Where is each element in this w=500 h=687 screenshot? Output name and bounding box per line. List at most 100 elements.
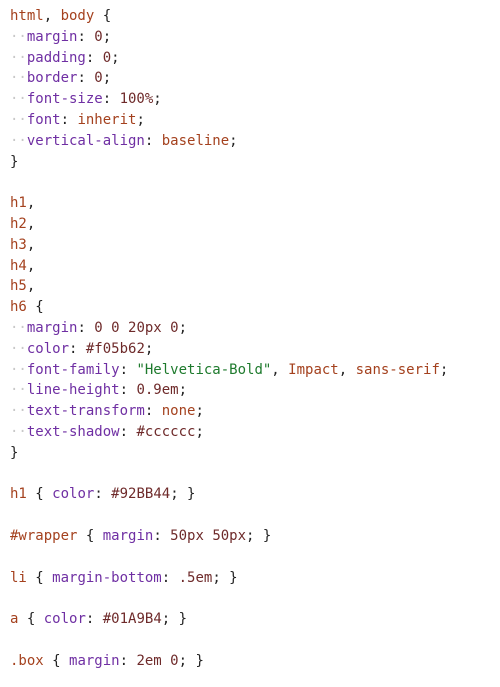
code-line[interactable]: ··text-shadow: #cccccc; [10, 422, 448, 443]
code-token: , [26, 257, 36, 274]
code-line[interactable]: ​ [10, 505, 448, 526]
code-token: ; [136, 111, 145, 128]
indent-guide: ·· [10, 70, 27, 87]
code-line[interactable]: ··color: #f05b62; [10, 339, 448, 360]
indent-guide: ·· [10, 423, 27, 440]
indent-guide: ·· [10, 111, 27, 128]
code-line[interactable]: h6 { [10, 297, 448, 318]
code-token: { [77, 527, 103, 544]
code-line[interactable]: } [10, 152, 448, 173]
code-token: baseline [161, 132, 230, 149]
code-line[interactable]: h4, [10, 256, 448, 277]
code-token: Impact [288, 361, 339, 378]
code-token: , [26, 195, 36, 212]
code-token: : [153, 527, 171, 544]
code-token: body [60, 8, 95, 24]
code-token: margin [102, 527, 154, 544]
code-line[interactable]: ··line-height: 0.9em; [10, 380, 448, 401]
code-token: : [77, 319, 95, 336]
code-token: text-transform [26, 403, 145, 420]
code-token: li [10, 569, 27, 586]
code-token: h1 [10, 195, 27, 212]
code-token: 0.9em [136, 382, 179, 399]
code-line[interactable]: ​ [10, 172, 448, 193]
code-token: color [52, 486, 95, 503]
code-line[interactable]: ··text-transform: none; [10, 401, 448, 422]
code-token: ; [439, 361, 449, 378]
code-line[interactable]: ··padding: 0; [10, 48, 448, 69]
code-token: ; [195, 403, 204, 420]
code-line[interactable]: ··border: 0; [10, 68, 448, 89]
code-token: : [161, 569, 179, 586]
code-token: "Helvetica-Bold" [136, 361, 272, 378]
code-token: h3 [10, 236, 27, 253]
code-token: ; [102, 28, 112, 45]
code-token: sans-serif [355, 361, 440, 378]
code-token: : [77, 28, 95, 45]
code-line[interactable]: .box { margin: 2em 0; } [10, 651, 448, 672]
code-token: 2em 0 [136, 652, 179, 669]
code-line[interactable]: a { color: #01A9B4; } [10, 609, 448, 630]
indent-guide: ·· [10, 132, 27, 149]
code-line[interactable]: ··margin: 0; [10, 27, 448, 48]
code-line[interactable]: h3, [10, 235, 448, 256]
code-line[interactable]: ​ [10, 588, 448, 609]
code-token: margin [26, 28, 78, 45]
code-token: , [26, 215, 36, 232]
code-token: font-family [26, 361, 120, 378]
code-token: { [94, 8, 112, 24]
code-line[interactable]: ··margin: 0 0 20px 0; [10, 318, 448, 339]
code-token: ; } [170, 486, 196, 503]
code-token: { [26, 299, 44, 316]
code-token: } [10, 153, 19, 170]
code-line[interactable]: h5, [10, 276, 448, 297]
code-token: ; [144, 340, 154, 357]
code-editor[interactable]: html, body {··margin: 0; ··padding: 0; ··b… [0, 0, 500, 687]
code-token: #f05b62 [85, 340, 145, 357]
code-token: : [85, 611, 103, 628]
code-line[interactable]: ​ [10, 630, 448, 651]
code-token: padding [26, 49, 86, 66]
code-token: { [43, 652, 70, 669]
code-token: : [77, 70, 95, 87]
code-token: : [85, 49, 103, 66]
code-line[interactable]: li { margin-bottom: .5em; } [10, 568, 448, 589]
code-line[interactable]: ··font-family: "Helvetica-Bold", Impact,… [10, 360, 448, 381]
code-line[interactable]: ​ [10, 547, 448, 568]
code-line[interactable]: h1 { color: #92BB44; } [10, 484, 448, 505]
code-token: { [26, 569, 53, 586]
indent-guide: ·· [10, 319, 27, 336]
code-line[interactable]: html, body { [10, 6, 448, 27]
code-token: .5em [178, 569, 213, 586]
code-line[interactable]: ··font-size: 100%; [10, 89, 448, 110]
code-token: } [10, 444, 19, 461]
code-line[interactable]: #wrapper { margin: 50px 50px; } [10, 526, 448, 547]
code-token: font [26, 111, 61, 128]
code-token: #92BB44 [111, 486, 171, 503]
code-token: , [271, 361, 289, 378]
code-token: h1 [10, 486, 27, 503]
code-token: margin [26, 319, 78, 336]
code-token: none [161, 403, 196, 420]
code-line[interactable]: h2, [10, 214, 448, 235]
code-token: , [43, 8, 61, 24]
code-token: : [144, 403, 162, 420]
code-token: margin-bottom [52, 569, 162, 586]
indent-guide: ·· [10, 91, 27, 108]
code-token: , [26, 236, 36, 253]
code-token: ; [178, 382, 188, 399]
code-token: color [26, 340, 70, 357]
code-token: line-height [26, 382, 120, 399]
code-line[interactable]: h1, [10, 193, 448, 214]
code-token: : [60, 111, 78, 128]
code-token: h2 [10, 215, 27, 232]
code-token: ; [178, 319, 188, 336]
code-line[interactable]: ··font: inherit; [10, 110, 448, 131]
code-token: : [144, 132, 162, 149]
code-line[interactable]: ··vertical-align: baseline; [10, 131, 448, 152]
code-line[interactable]: } [10, 443, 448, 464]
code-line[interactable]: ​ [10, 464, 448, 485]
code-token: #wrapper [10, 527, 78, 544]
code-area[interactable]: html, body {··margin: 0; ··padding: 0; ··b… [10, 6, 448, 672]
indent-guide: ·· [10, 361, 27, 378]
